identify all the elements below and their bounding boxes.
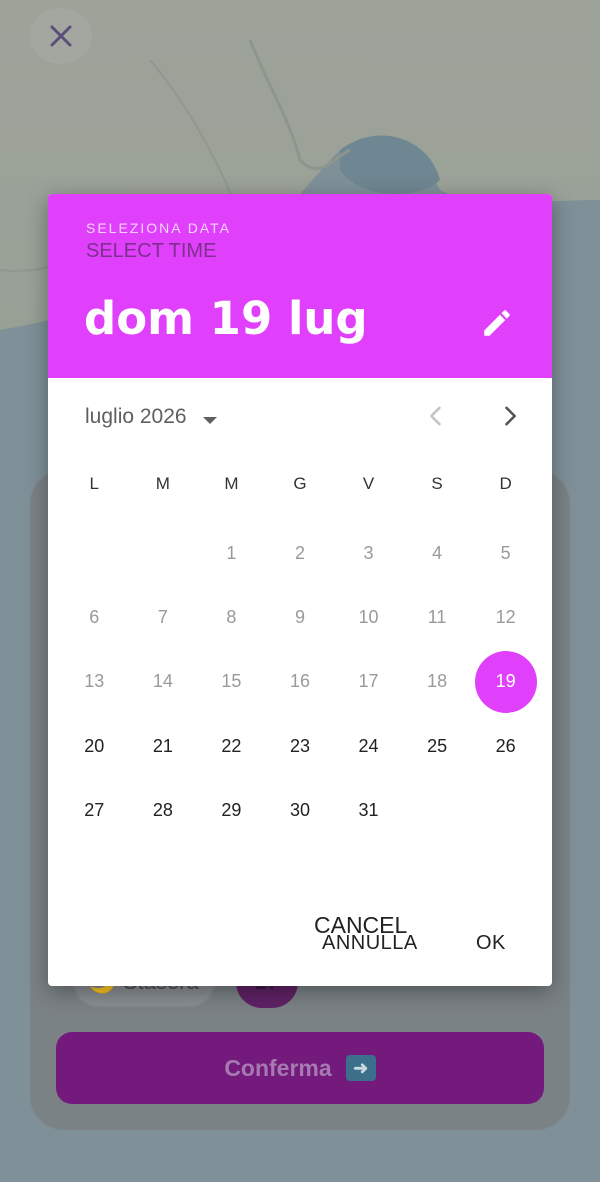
dialog-actions: ANNULLA CANCEL OK — [48, 894, 552, 986]
date-picker-dialog: SELEZIONA DATA SELECT TIME dom 19 lug lu… — [48, 194, 552, 986]
day-number: 30 — [289, 799, 310, 820]
day-number: 16 — [289, 671, 310, 692]
confirm-button[interactable]: Conferma ➜ — [56, 1032, 544, 1104]
day-cell: 17 — [334, 650, 403, 714]
weekday-label: V — [362, 474, 375, 493]
day-cell[interactable]: 31 — [334, 778, 403, 842]
month-navigation: luglio 2026 — [48, 378, 552, 458]
day-number: 1 — [226, 542, 237, 563]
day-number: 12 — [495, 606, 516, 627]
day-number: 23 — [289, 735, 310, 756]
ok-button[interactable]: OK — [476, 932, 506, 955]
day-number: 27 — [84, 799, 105, 820]
day-cell: 2 — [266, 521, 335, 585]
day-number: 21 — [152, 735, 173, 756]
day-cell[interactable]: 27 — [60, 778, 129, 842]
day-cell: 18 — [403, 650, 472, 714]
cancel-button[interactable]: CANCEL — [314, 912, 407, 939]
pencil-icon[interactable] — [480, 306, 514, 340]
day-number: 3 — [363, 542, 374, 563]
day-cell[interactable]: 21 — [129, 714, 198, 778]
day-cell: 3 — [334, 521, 403, 585]
day-number: 13 — [84, 671, 105, 692]
day-cell[interactable]: 23 — [266, 714, 335, 778]
day-cell: 5 — [471, 521, 540, 585]
day-cell[interactable]: 26 — [471, 714, 540, 778]
day-cell[interactable]: 20 — [60, 714, 129, 778]
chevron-right-icon[interactable] — [496, 402, 524, 430]
day-cell-selected[interactable]: 19 — [471, 650, 540, 714]
dialog-header: SELEZIONA DATA SELECT TIME dom 19 lug — [48, 194, 552, 378]
select-time-hint: SELECT TIME — [86, 240, 217, 262]
calendar-grid: 1 2 3 4 5 6 7 8 9 10 11 12 13 14 15 16 17 18 19 20 21 22 23 24 2… — [60, 521, 540, 842]
day-number: 10 — [358, 606, 379, 627]
day-cell: 9 — [266, 585, 335, 649]
day-number: 26 — [495, 735, 516, 756]
close-button[interactable] — [30, 8, 92, 64]
day-number: 17 — [358, 671, 379, 692]
confirm-label: Conferma — [224, 1054, 332, 1081]
day-number: 28 — [152, 799, 173, 820]
day-cell: 4 — [403, 521, 472, 585]
day-cell[interactable]: 28 — [129, 778, 198, 842]
day-number: 7 — [157, 606, 168, 627]
day-cell: 10 — [334, 585, 403, 649]
day-number: 8 — [226, 606, 237, 627]
day-number: 31 — [358, 799, 379, 820]
day-cell: 12 — [471, 585, 540, 649]
day-cell[interactable]: 22 — [197, 714, 266, 778]
day-cell: 11 — [403, 585, 472, 649]
chevron-left-icon[interactable] — [422, 402, 450, 430]
selected-date-title: dom 19 lug — [84, 292, 368, 345]
day-cell[interactable]: 29 — [197, 778, 266, 842]
empty-day-cell — [60, 521, 129, 585]
arrow-right-icon: ➜ — [345, 1055, 376, 1081]
day-cell[interactable]: 25 — [403, 714, 472, 778]
day-cell: 13 — [60, 650, 129, 714]
weekday-label: M — [224, 474, 239, 493]
day-cell[interactable]: 30 — [266, 778, 335, 842]
empty-day-cell — [129, 521, 198, 585]
day-number: 18 — [427, 671, 448, 692]
weekday-label: S — [431, 474, 443, 493]
day-number: 14 — [152, 671, 173, 692]
month-year-label[interactable]: luglio 2026 — [85, 405, 187, 429]
day-number: 6 — [89, 606, 100, 627]
weekday-label: M — [155, 474, 170, 493]
day-number: 19 — [474, 650, 537, 713]
day-cell: 7 — [129, 585, 198, 649]
day-number: 5 — [500, 542, 511, 563]
day-cell[interactable]: 24 — [334, 714, 403, 778]
day-number: 2 — [294, 542, 305, 563]
dropdown-arrow-icon[interactable] — [198, 408, 222, 432]
weekday-label: D — [499, 474, 512, 493]
dialog-overline: SELEZIONA DATA — [86, 220, 231, 236]
weekday-label: G — [293, 474, 307, 493]
day-number: 15 — [221, 671, 242, 692]
day-number: 4 — [432, 542, 443, 563]
day-cell: 8 — [197, 585, 266, 649]
day-cell: 6 — [60, 585, 129, 649]
weekday-label: L — [89, 474, 100, 493]
day-number: 20 — [84, 735, 105, 756]
day-number: 22 — [221, 735, 242, 756]
day-number: 24 — [358, 735, 379, 756]
day-number: 25 — [427, 735, 448, 756]
day-number: 9 — [294, 606, 305, 627]
day-number: 11 — [427, 606, 447, 627]
close-icon — [50, 25, 72, 47]
day-cell: 15 — [197, 650, 266, 714]
day-cell: 14 — [129, 650, 198, 714]
weekday-header: LMMGVSD — [60, 474, 540, 504]
day-number: 29 — [221, 799, 242, 820]
day-cell: 1 — [197, 521, 266, 585]
day-cell: 16 — [266, 650, 335, 714]
